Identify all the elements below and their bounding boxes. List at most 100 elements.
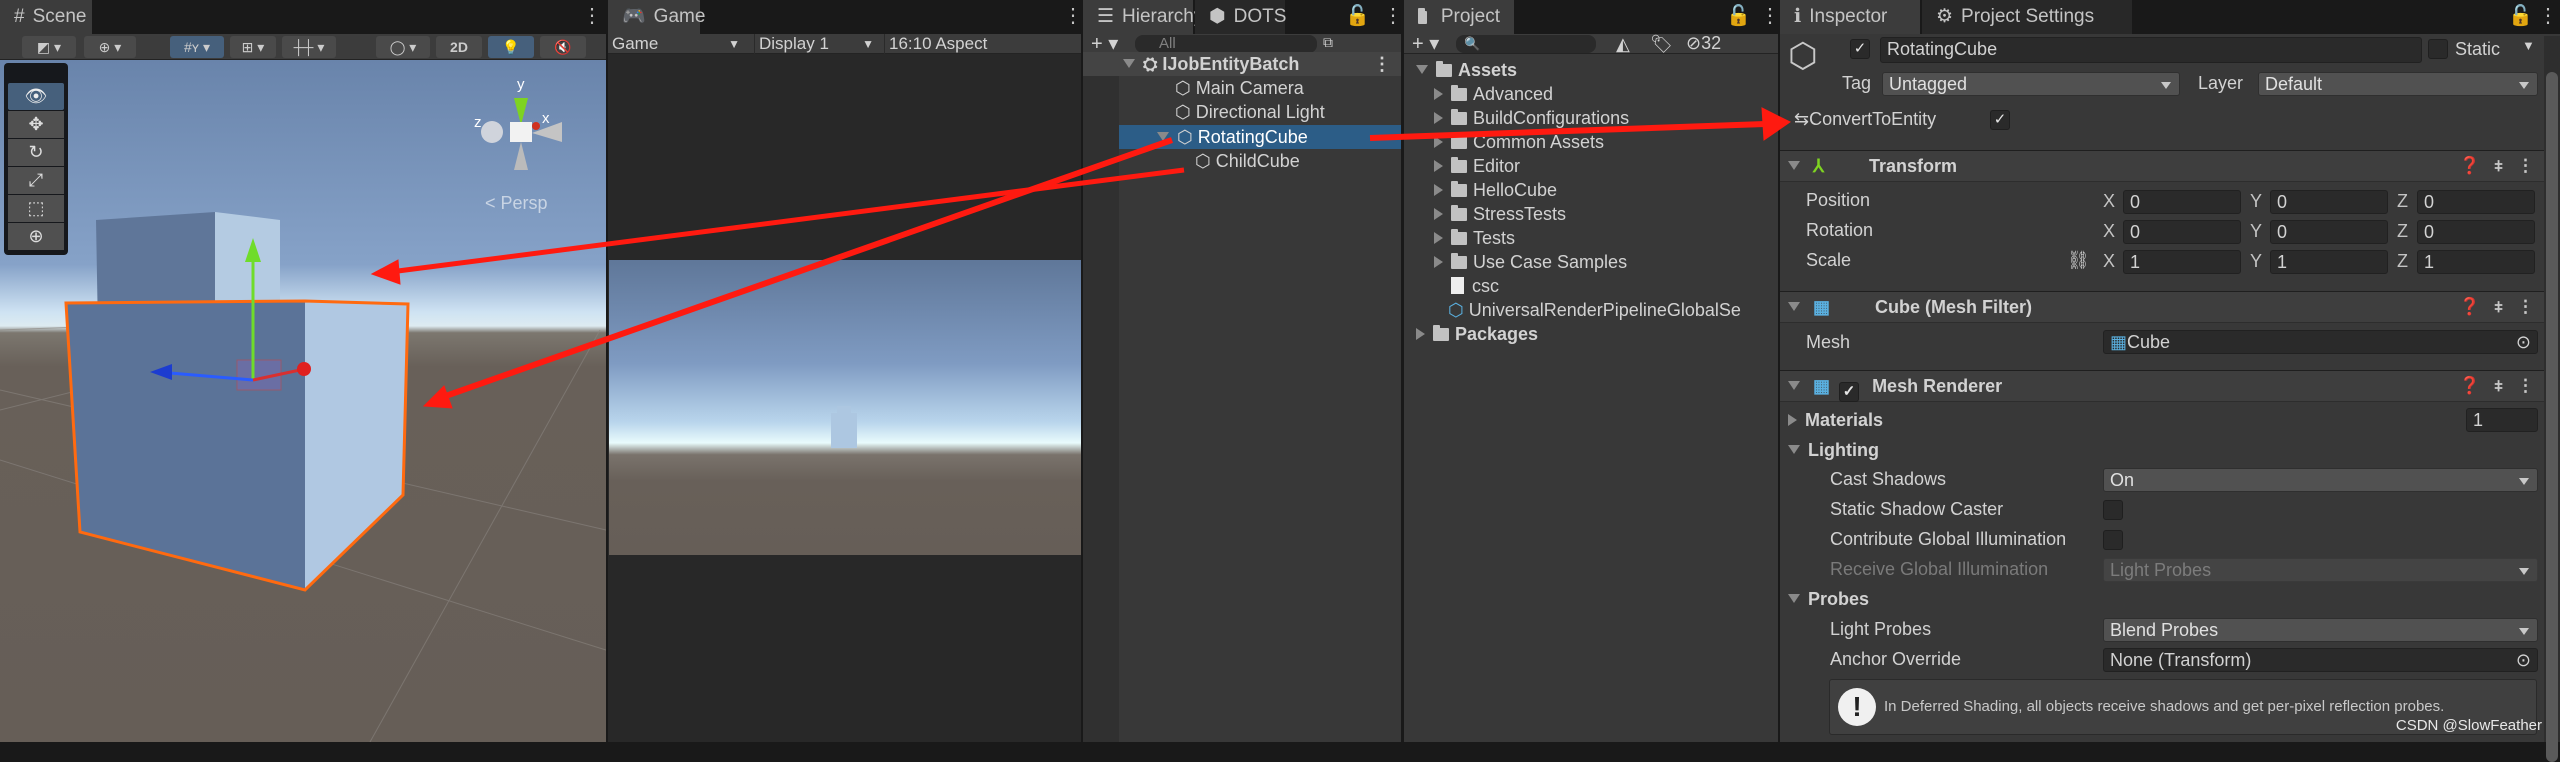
list-item[interactable]: ⬡ Main Camera xyxy=(1083,76,1401,100)
mesh-renderer-header[interactable]: ▦ ✓ Mesh Renderer ❓ ⧧ ⋮ xyxy=(1780,370,2544,402)
scale-x-input[interactable]: 1 xyxy=(2123,250,2241,274)
presets-icon[interactable]: ⧧ xyxy=(2494,292,2503,322)
expand-toggle[interactable] xyxy=(1416,328,1425,340)
object-name-input[interactable]: RotatingCube xyxy=(1880,37,2422,63)
expand-toggle[interactable] xyxy=(1434,136,1443,148)
list-item-selected[interactable]: ⬡ RotatingCube xyxy=(1083,125,1401,149)
component-menu-icon[interactable]: ⋮ xyxy=(2517,371,2534,401)
folder-item[interactable]: Advanced xyxy=(1404,82,1778,106)
lighting-toggle[interactable]: 💡 xyxy=(488,36,534,58)
packages-folder[interactable]: Packages xyxy=(1404,322,1778,346)
folder-item[interactable]: Editor xyxy=(1404,154,1778,178)
constrain-proportions-icon[interactable]: ⛓ xyxy=(2067,250,2090,271)
rotation-y-input[interactable]: 0 xyxy=(2270,220,2388,244)
hidden-packages-toggle[interactable]: ⊘32 xyxy=(1686,33,1721,54)
display-dropdown[interactable]: Display 1 ▼ xyxy=(754,34,882,54)
materials-foldout[interactable]: Materials xyxy=(1788,410,1883,431)
static-shadow-caster-checkbox[interactable] xyxy=(2103,500,2123,520)
contribute-gi-checkbox[interactable] xyxy=(2103,530,2123,550)
convert-to-entity-checkbox[interactable]: ✓ xyxy=(1990,110,2010,130)
lock-icon[interactable]: 🔓 xyxy=(1726,4,1751,28)
cast-shadows-dropdown[interactable]: On xyxy=(2103,468,2538,492)
scene-menu-kebab[interactable]: ⋮ xyxy=(1373,52,1391,76)
static-dropdown-arrow[interactable]: ▼ xyxy=(2522,38,2535,53)
tab-inspector[interactable]: ℹ Inspector xyxy=(1780,0,1920,34)
file-item[interactable]: csc xyxy=(1404,274,1778,298)
presets-icon[interactable]: ⧧ xyxy=(2494,151,2503,181)
scale-y-input[interactable]: 1 xyxy=(2270,250,2388,274)
object-picker-icon[interactable]: ⊙ xyxy=(2516,649,2531,671)
presets-icon[interactable]: ⧧ xyxy=(2494,371,2503,401)
list-item[interactable]: ⬡ ChildCube xyxy=(1083,149,1401,173)
tab-project[interactable]: Project xyxy=(1404,0,1514,34)
folder-item[interactable]: HelloCube xyxy=(1404,178,1778,202)
file-item[interactable]: ⬡ UniversalRenderPipelineGlobalSe xyxy=(1404,298,1778,322)
lock-icon[interactable]: 🔓 xyxy=(2508,4,2533,28)
position-z-input[interactable]: 0 xyxy=(2417,190,2535,214)
object-picker-icon[interactable]: ⊙ xyxy=(2516,331,2531,353)
expand-toggle[interactable] xyxy=(1157,132,1169,141)
assets-folder[interactable]: Assets xyxy=(1404,58,1778,82)
probes-foldout[interactable]: Probes xyxy=(1788,589,1869,610)
search-by-label-icon[interactable]: 🏷 xyxy=(1650,34,1673,55)
rect-tool-icon[interactable]: ⬚ xyxy=(8,195,64,222)
collapse-toggle[interactable] xyxy=(1788,302,1800,311)
tab-project-settings[interactable]: ⚙ Project Settings xyxy=(1922,0,2132,34)
static-checkbox[interactable] xyxy=(2428,39,2448,59)
hierarchy-menu-button[interactable]: ⋮ xyxy=(1383,4,1403,28)
hierarchy-search[interactable]: All xyxy=(1135,35,1317,53)
move-tool-icon[interactable]: ✥ xyxy=(8,111,64,138)
project-search[interactable]: 🔍 xyxy=(1456,35,1596,53)
projection-toggle[interactable]: < Persp xyxy=(485,193,548,214)
project-menu-button[interactable]: ⋮ xyxy=(1760,4,1780,28)
light-probes-dropdown[interactable]: Blend Probes xyxy=(2103,618,2538,642)
expand-toggle[interactable] xyxy=(1434,184,1443,196)
rotating-cube[interactable] xyxy=(64,299,410,592)
scrollbar[interactable] xyxy=(2544,36,2560,762)
expand-toggle[interactable] xyxy=(1416,65,1428,74)
game-view-dropdown[interactable]: Game ▼ xyxy=(612,34,748,54)
help-icon[interactable]: ❓ xyxy=(2459,151,2480,181)
transform-header[interactable]: ⅄ Transform ❓ ⧧ ⋮ xyxy=(1780,150,2544,182)
folder-item[interactable]: Tests xyxy=(1404,226,1778,250)
expand-toggle[interactable] xyxy=(1434,208,1443,220)
layer-dropdown[interactable]: Default xyxy=(2258,72,2538,96)
scale-z-input[interactable]: 1 xyxy=(2417,250,2535,274)
audio-toggle[interactable]: 🔇 xyxy=(540,36,586,58)
create-button[interactable]: + ▾ xyxy=(1412,31,1439,56)
folder-item[interactable]: BuildConfigurations xyxy=(1404,106,1778,130)
component-menu-icon[interactable]: ⋮ xyxy=(2517,292,2534,322)
materials-count-input[interactable]: 1 xyxy=(2466,408,2538,432)
tab-game[interactable]: 🎮 Game xyxy=(608,0,705,34)
globe-dropdown[interactable]: ⊕ ▾ xyxy=(84,36,136,58)
search-by-type-icon[interactable]: ◭ xyxy=(1616,34,1630,55)
inspector-menu-button[interactable]: ⋮ xyxy=(2538,4,2558,28)
component-menu-icon[interactable]: ⋮ xyxy=(2517,151,2534,181)
tab-hierarchy[interactable]: ☰ Hierarchy xyxy=(1083,0,1203,34)
rotation-x-input[interactable]: 0 xyxy=(2123,220,2241,244)
anchor-override-field[interactable]: None (Transform) ⊙ xyxy=(2103,648,2538,672)
position-x-input[interactable]: 0 xyxy=(2123,190,2241,214)
folder-item[interactable]: Use Case Samples xyxy=(1404,250,1778,274)
list-item[interactable]: ⬡ Directional Light xyxy=(1083,100,1401,124)
mesh-object-field[interactable]: ▦Cube ⊙ xyxy=(2103,330,2538,354)
scene-root-row[interactable]: ⛭ IJobEntityBatch ⋮ xyxy=(1083,52,1401,76)
transform-tool-icon[interactable]: ⊕ xyxy=(8,223,64,250)
orientation-gizmo[interactable]: y x z xyxy=(470,76,570,175)
shading-dropdown[interactable]: ◯ ▾ xyxy=(376,36,430,58)
folder-item[interactable]: Common Assets xyxy=(1404,130,1778,154)
collapse-toggle[interactable] xyxy=(1788,381,1800,390)
expand-toggle[interactable] xyxy=(1434,88,1443,100)
mesh-renderer-enabled-checkbox[interactable]: ✓ xyxy=(1839,382,1860,402)
lighting-foldout[interactable]: Lighting xyxy=(1788,440,1879,461)
position-y-input[interactable]: 0 xyxy=(2270,190,2388,214)
grid-snap-toggle[interactable]: #ʏ ▾ xyxy=(170,36,224,58)
scale-tool-icon[interactable]: ⤢ xyxy=(8,167,64,194)
scene-viewport[interactable]: 👁 ✥ ↻ ⤢ ⬚ ⊕ y x z < Persp xyxy=(0,60,606,742)
aspect-dropdown[interactable]: 16:10 Aspect xyxy=(884,34,1074,54)
rotation-z-input[interactable]: 0 xyxy=(2417,220,2535,244)
expand-toggle[interactable] xyxy=(1434,160,1443,172)
search-mode-icon[interactable]: ⧉ xyxy=(1323,34,1333,51)
lock-icon[interactable]: 🔓 xyxy=(1345,4,1370,28)
mesh-filter-header[interactable]: ▦ Cube (Mesh Filter) ❓ ⧧ ⋮ xyxy=(1780,291,2544,323)
